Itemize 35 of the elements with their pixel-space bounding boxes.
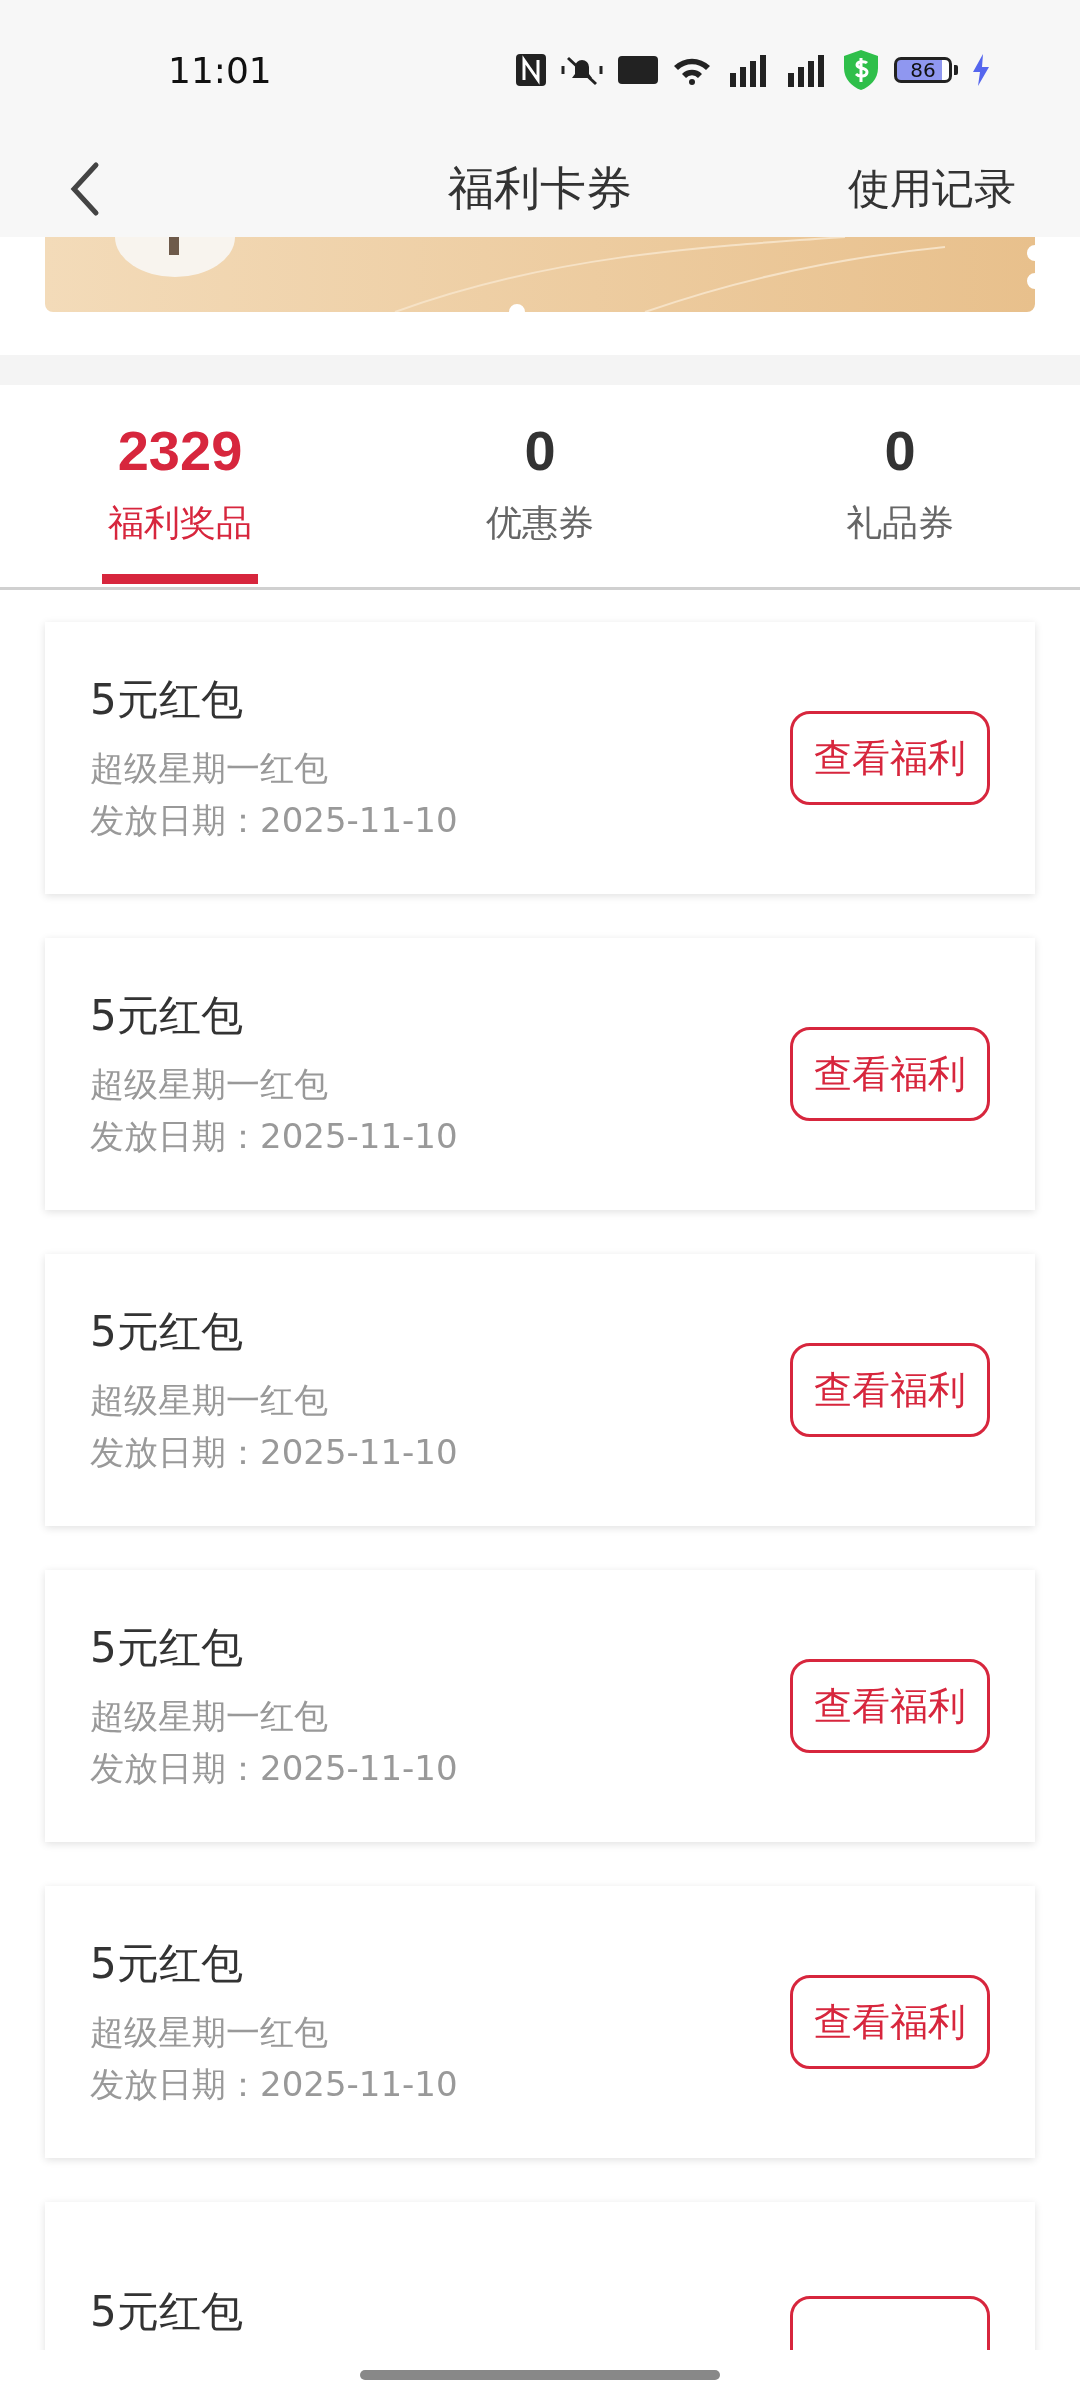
tab-label[interactable]: 优惠券 — [486, 499, 594, 548]
tab-label[interactable]: 福利奖品 — [108, 499, 252, 548]
view-benefit-button[interactable]: 查看福利 — [790, 1975, 990, 2069]
tab-count[interactable]: 2329 — [117, 423, 243, 479]
issue-date: 发放日期：2025-11-10 — [90, 1115, 458, 1158]
issue-date: 发放日期：2025-11-10 — [90, 1747, 458, 1790]
battery-level: 86 — [894, 57, 952, 83]
tab-count[interactable]: 0 — [524, 423, 556, 479]
view-benefit-button[interactable]: 查看福利 — [790, 1027, 990, 1121]
usage-record-link[interactable]: 使用记录 — [848, 160, 1016, 217]
nfc-icon — [516, 54, 546, 86]
shield-icon — [842, 49, 880, 91]
clock-time: 11:01 — [168, 49, 272, 91]
reward-subtitle: 超级星期一红包 — [90, 2011, 329, 2054]
issue-date: 发放日期：2025-11-10 — [90, 799, 458, 842]
charging-icon — [972, 54, 990, 86]
reward-subtitle: 超级星期一红包 — [90, 1063, 329, 1106]
tab-label[interactable]: 礼品券 — [846, 499, 954, 548]
reward-subtitle: 超级星期一红包 — [90, 1695, 329, 1738]
reward-title: 5元红包 — [90, 1938, 244, 1990]
reward-title: 5元红包 — [90, 1306, 244, 1358]
reward-subtitle: 超级星期一红包 — [90, 747, 329, 790]
reward-subtitle: 超级星期一红包 — [90, 1379, 329, 1422]
view-benefit-button[interactable]: 查看福利 — [790, 1659, 990, 1753]
view-benefit-button[interactable]: 查看福利 — [790, 711, 990, 805]
issue-date: 发放日期：2025-11-10 — [90, 1431, 458, 1474]
tab-count[interactable]: 0 — [884, 423, 916, 479]
issue-date: 发放日期：2025-11-10 — [90, 2063, 458, 2106]
page-title: 福利卡券 — [448, 159, 632, 217]
reward-title: 5元红包 — [90, 2286, 243, 2338]
view-benefit-button[interactable]: 查看福利 — [790, 1343, 990, 1437]
reward-title: 5元红包 — [90, 990, 244, 1042]
reward-title: 5元红包 — [90, 674, 244, 726]
reward-title: 5元红包 — [90, 1622, 244, 1674]
muted-bell-icon — [560, 54, 604, 86]
